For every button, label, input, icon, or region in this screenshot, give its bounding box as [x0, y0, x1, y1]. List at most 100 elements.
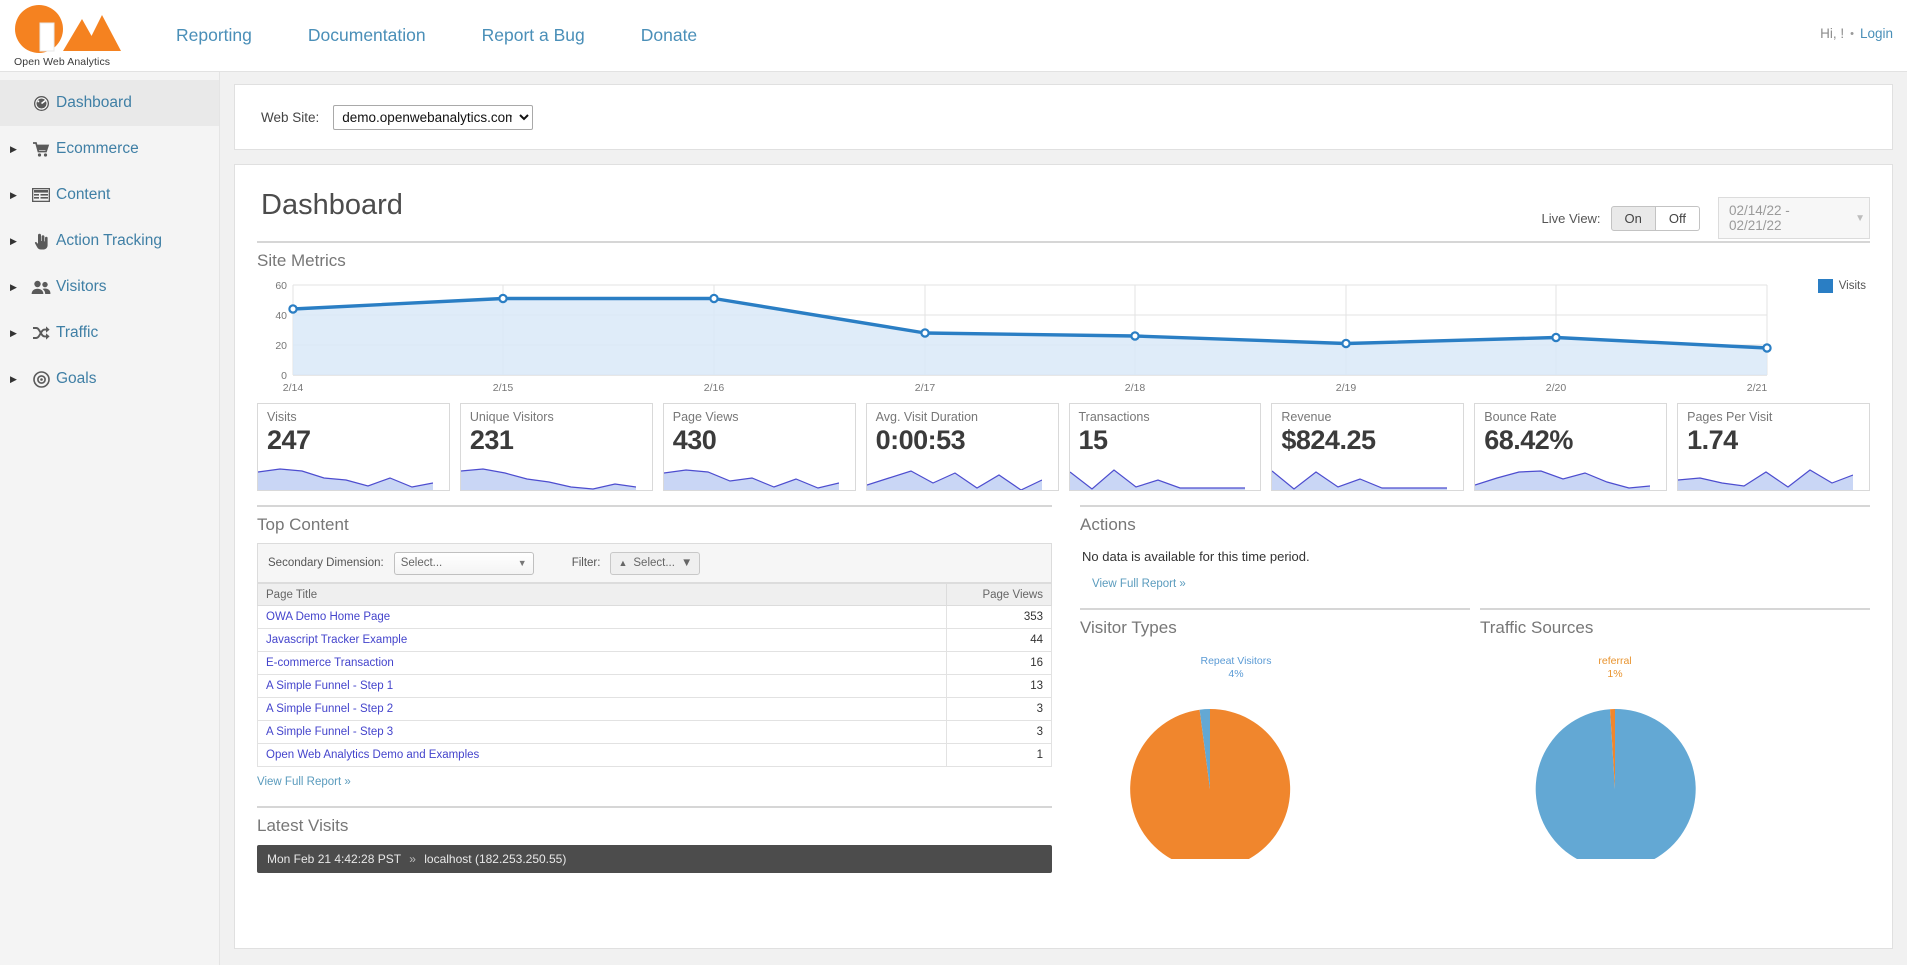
cell-page-title: E-commerce Transaction [257, 651, 947, 675]
pie-annotation-value: 4% [1228, 668, 1243, 680]
chevron-right-icon[interactable]: ▶ [10, 282, 26, 292]
sidebar-item-label: Goals [56, 370, 97, 387]
sidebar-item-label: Dashboard [56, 94, 132, 111]
website-selector-label: Web Site: [261, 109, 320, 125]
nav-link-reporting[interactable]: Reporting [176, 19, 252, 52]
sparkline-transactions [1069, 469, 1245, 490]
page-title-link[interactable]: A Simple Funnel - Step 2 [266, 703, 393, 715]
traffic-sources-pie-chart[interactable]: referral 1% [1480, 644, 1870, 869]
nav-link-documentation[interactable]: Documentation [308, 19, 426, 52]
page-title-link[interactable]: A Simple Funnel - Step 3 [266, 726, 393, 738]
metric-card-avg-visit-duration[interactable]: Avg. Visit Duration 0:00:53 [865, 403, 1059, 491]
chart-legend: Visits [1817, 279, 1866, 293]
login-link[interactable]: Login [1860, 26, 1893, 41]
metric-card-unique-visitors[interactable]: Unique Visitors 231 [459, 403, 653, 491]
column-header-page-views[interactable]: Page Views [946, 583, 1052, 606]
sidebar-item-ecommerce[interactable]: ▶ Ecommerce [0, 126, 219, 172]
sidebar-item-visitors[interactable]: ▶ Visitors [0, 264, 219, 310]
website-select[interactable]: demo.openwebanalytics.com [333, 104, 534, 130]
table-row[interactable]: A Simple Funnel - Step 3 3 [257, 720, 1052, 744]
date-range-picker[interactable]: 02/14/22 - 02/21/22 ▼ [1718, 197, 1870, 239]
filter-select[interactable]: ▲ Select... ▼ [610, 551, 701, 575]
sparkline-pages-per-visit [1678, 469, 1854, 490]
live-view-off-button[interactable]: Off [1655, 205, 1700, 231]
metric-label: Transactions [1078, 410, 1150, 424]
actions-heading: Actions [1080, 505, 1870, 535]
visitor-types-pie-chart[interactable]: Repeat Visitors 4% [1080, 644, 1470, 869]
chevron-right-icon[interactable]: ▶ [10, 328, 26, 338]
metric-label: Pages Per Visit [1687, 410, 1773, 424]
metric-card-page-views[interactable]: Page Views 430 [662, 403, 856, 491]
top-navigation-bar: Open Web Analytics Reporting Documentati… [0, 0, 1907, 72]
chevron-right-icon[interactable]: ▶ [10, 190, 26, 200]
page-title-link[interactable]: OWA Demo Home Page [266, 611, 390, 623]
pie-annotation-label: Repeat Visitors [1200, 655, 1271, 667]
actions-empty-message: No data is available for this time perio… [1082, 549, 1310, 564]
metric-label: Bounce Rate [1484, 410, 1557, 424]
metric-card-pages-per-visit[interactable]: Pages Per Visit 1.74 [1677, 403, 1870, 491]
sidebar-item-action-tracking[interactable]: ▶ Action Tracking [0, 218, 219, 264]
top-content-view-full-report-link[interactable]: View Full Report » [257, 776, 351, 788]
pie-charts-row: Visitor Types Repeat Visitors 4% Traffic… [1080, 608, 1870, 869]
metric-card-revenue[interactable]: Revenue $824.25 [1271, 403, 1465, 491]
page-title: Dashboard [261, 189, 403, 221]
page-title-link[interactable]: A Simple Funnel - Step 1 [266, 680, 393, 692]
svg-text:40: 40 [275, 310, 287, 322]
sidebar-item-traffic[interactable]: ▶ Traffic [0, 310, 219, 356]
sparkline-avg-visit-duration [866, 470, 1042, 490]
svg-text:60: 60 [275, 280, 287, 292]
chevron-right-icon[interactable]: ▶ [10, 374, 26, 384]
cell-page-title: Javascript Tracker Example [257, 628, 947, 652]
latest-visit-entry[interactable]: Mon Feb 21 4:42:28 PST » localhost (182.… [257, 845, 1052, 873]
svg-text:2/19: 2/19 [1336, 382, 1357, 394]
people-icon [26, 280, 56, 295]
user-area: Hi, ! • Login [1820, 26, 1893, 41]
visitor-types-heading: Visitor Types [1080, 608, 1470, 638]
nav-link-report-a-bug[interactable]: Report a Bug [482, 19, 585, 52]
nav-link-donate[interactable]: Donate [641, 19, 697, 52]
column-header-page-title[interactable]: Page Title [257, 583, 947, 606]
metric-card-transactions[interactable]: Transactions 15 [1068, 403, 1262, 491]
sidebar-item-dashboard[interactable]: ▶ Dashboard [0, 80, 219, 126]
live-view-toggle: On Off [1610, 205, 1700, 231]
sidebar-item-content[interactable]: ▶ Content [0, 172, 219, 218]
metric-label: Revenue [1281, 410, 1332, 424]
logo[interactable]: Open Web Analytics [8, 1, 128, 71]
metric-value: $824.25 [1281, 425, 1376, 455]
visit-arrow: » [409, 852, 416, 866]
sidebar-item-label: Content [56, 186, 111, 203]
visit-timestamp: Mon Feb 21 4:42:28 PST [267, 852, 401, 866]
visitor-types-pie-svg: Repeat Visitors 4% [1130, 655, 1291, 869]
page-title-link[interactable]: Open Web Analytics Demo and Examples [266, 749, 479, 761]
cell-page-views: 44 [946, 628, 1052, 652]
table-row[interactable]: OWA Demo Home Page 353 [257, 605, 1052, 629]
lower-sections: Top Content Secondary Dimension: Select.… [257, 505, 1870, 873]
live-view-on-button[interactable]: On [1610, 205, 1656, 231]
table-row[interactable]: E-commerce Transaction 16 [257, 651, 1052, 675]
sparkline-page-views [663, 469, 839, 490]
svg-text:2/15: 2/15 [493, 382, 514, 394]
metric-value: 1.74 [1687, 425, 1738, 455]
table-row[interactable]: Javascript Tracker Example 44 [257, 628, 1052, 652]
metric-value: 0:00:53 [875, 425, 966, 455]
svg-text:2/21: 2/21 [1747, 382, 1768, 394]
chevron-right-icon[interactable]: ▶ [10, 144, 26, 154]
dashboard-header: Dashboard Live View: On Off 02/14/22 - 0… [257, 181, 1870, 241]
page-title-link[interactable]: Javascript Tracker Example [266, 634, 407, 646]
dashboard-panel: Dashboard Live View: On Off 02/14/22 - 0… [234, 164, 1893, 949]
table-row[interactable]: A Simple Funnel - Step 1 13 [257, 674, 1052, 698]
chevron-right-icon[interactable]: ▶ [10, 236, 26, 246]
target-icon [26, 370, 56, 388]
metric-card-visits[interactable]: Visits 247 [257, 403, 450, 491]
greeting-text: Hi, ! [1820, 26, 1845, 41]
secondary-dimension-select[interactable]: Select... ▼ [393, 551, 534, 575]
cell-page-views: 3 [946, 720, 1052, 744]
svg-text:2/16: 2/16 [704, 382, 725, 394]
table-row[interactable]: Open Web Analytics Demo and Examples 1 [257, 743, 1052, 767]
page-title-link[interactable]: E-commerce Transaction [266, 657, 394, 669]
table-row[interactable]: A Simple Funnel - Step 2 3 [257, 697, 1052, 721]
metric-card-bounce-rate[interactable]: Bounce Rate 68.42% [1474, 403, 1668, 491]
actions-view-full-report-link[interactable]: View Full Report » [1092, 578, 1186, 590]
sidebar-item-goals[interactable]: ▶ Goals [0, 356, 219, 402]
visits-line-chart[interactable]: 60 40 20 0 2/14 2/15 2/16 2/17 2/18 2/19… [257, 277, 1870, 397]
